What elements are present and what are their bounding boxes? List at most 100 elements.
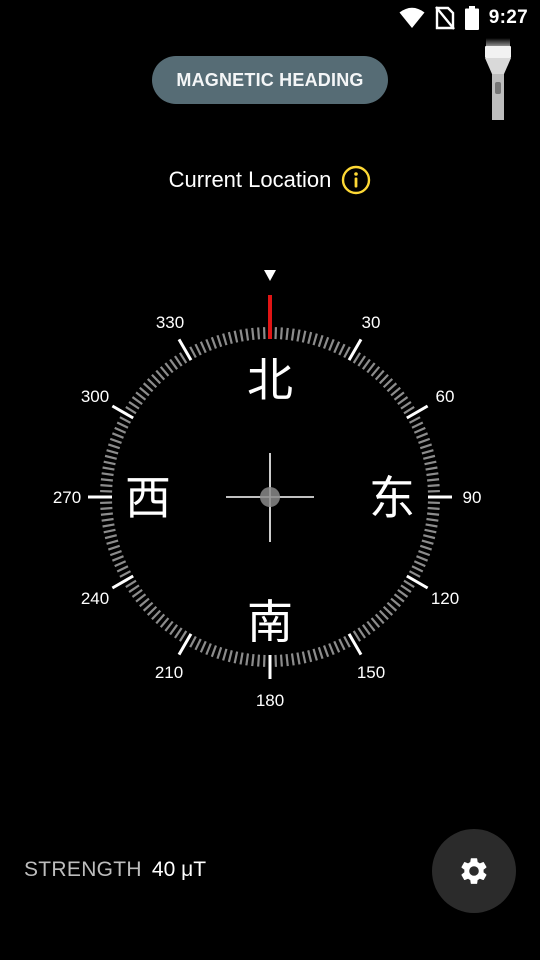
- minor-tick: [333, 341, 341, 354]
- heading-indicator-marker: [264, 270, 276, 281]
- degree-label-330: 330: [156, 313, 184, 332]
- minor-tick: [418, 550, 431, 557]
- major-tick: [347, 633, 363, 656]
- minor-tick: [427, 512, 440, 516]
- minor-tick: [245, 653, 250, 666]
- minor-tick: [416, 432, 429, 439]
- minor-tick: [408, 570, 421, 578]
- major-tick: [111, 574, 134, 590]
- minor-tick: [119, 416, 132, 424]
- minor-tick: [323, 645, 330, 658]
- minor-tick: [100, 484, 113, 488]
- minor-tick: [251, 654, 255, 667]
- minor-tick: [142, 382, 154, 393]
- minor-tick: [290, 328, 295, 341]
- compass-dial: 330 30 300 60 270 90 240 120 210 150 180…: [53, 270, 481, 710]
- minor-tick: [426, 472, 439, 477]
- minor-tick: [382, 605, 394, 616]
- status-bar: 9:27: [0, 0, 540, 36]
- minor-tick: [370, 617, 381, 628]
- degree-label-300: 300: [81, 387, 109, 406]
- minor-tick: [416, 555, 429, 562]
- info-icon[interactable]: [341, 165, 371, 195]
- minor-tick: [427, 478, 440, 482]
- minor-tick: [111, 432, 124, 439]
- minor-tick: [100, 478, 113, 482]
- minor-tick: [424, 528, 437, 534]
- minor-tick: [312, 333, 318, 346]
- minor-tick: [424, 460, 437, 466]
- minor-tick: [107, 443, 121, 450]
- minor-tick: [421, 539, 434, 545]
- minor-tick: [151, 373, 162, 385]
- flashlight-button[interactable]: [484, 38, 512, 122]
- minor-tick: [419, 443, 433, 450]
- minor-tick: [390, 386, 401, 397]
- minor-tick: [116, 421, 129, 429]
- minor-tick: [413, 560, 426, 568]
- minor-tick: [146, 378, 158, 389]
- settings-button[interactable]: [432, 829, 516, 913]
- degree-label-150: 150: [357, 663, 385, 682]
- minor-tick: [426, 517, 439, 522]
- minor-tick: [216, 646, 223, 660]
- minor-tick: [189, 346, 197, 359]
- minor-tick: [418, 437, 431, 444]
- minor-tick: [317, 334, 324, 348]
- minor-tick: [301, 651, 307, 664]
- minor-tick: [393, 593, 405, 603]
- minor-tick: [425, 466, 438, 471]
- minor-tick: [151, 609, 162, 621]
- minor-tick: [239, 329, 244, 342]
- minor-tick: [361, 624, 371, 636]
- minor-tick: [116, 565, 129, 573]
- minor-tick: [427, 506, 440, 510]
- minor-tick: [338, 343, 346, 356]
- minor-tick: [307, 331, 313, 344]
- minor-tick: [159, 617, 170, 628]
- minor-tick: [374, 369, 385, 381]
- minor-tick: [413, 426, 426, 434]
- minor-tick: [357, 355, 366, 367]
- minor-tick: [307, 650, 313, 663]
- current-location-row[interactable]: Current Location: [0, 164, 540, 196]
- minor-tick: [199, 640, 207, 653]
- wifi-icon: [399, 7, 425, 28]
- minor-tick: [323, 336, 330, 349]
- degree-label-210: 210: [155, 663, 183, 682]
- minor-tick: [205, 643, 212, 656]
- minor-tick: [393, 391, 405, 401]
- minor-tick: [222, 333, 228, 346]
- minor-tick: [135, 391, 147, 401]
- strength-label: STRENGTH: [24, 858, 142, 881]
- minor-tick: [400, 584, 412, 593]
- minor-tick: [139, 597, 150, 608]
- minor-tick: [139, 386, 150, 397]
- minor-tick: [155, 369, 166, 381]
- minor-tick: [233, 651, 239, 664]
- minor-tick: [174, 627, 183, 639]
- minor-tick: [296, 652, 301, 665]
- minor-tick: [279, 327, 283, 340]
- degree-label-240: 240: [81, 589, 109, 608]
- major-tick: [347, 338, 363, 361]
- minor-tick: [169, 358, 179, 370]
- minor-tick: [125, 579, 137, 589]
- minor-tick: [174, 355, 183, 367]
- minor-tick: [109, 437, 122, 444]
- minor-tick: [131, 588, 143, 598]
- minor-tick: [257, 327, 261, 340]
- magnetic-heading-button[interactable]: MAGNETIC HEADING: [152, 56, 388, 104]
- minor-tick: [189, 635, 197, 648]
- minor-tick: [419, 544, 433, 551]
- minor-tick: [222, 648, 228, 661]
- minor-tick: [125, 405, 137, 415]
- minor-tick: [164, 362, 174, 374]
- minor-tick: [245, 328, 250, 341]
- minor-tick: [159, 366, 170, 377]
- cardinal-north: 北: [247, 353, 293, 407]
- cardinal-south: 南: [247, 595, 293, 649]
- minor-tick: [343, 346, 351, 359]
- minor-tick: [427, 484, 440, 488]
- minor-tick: [101, 472, 114, 477]
